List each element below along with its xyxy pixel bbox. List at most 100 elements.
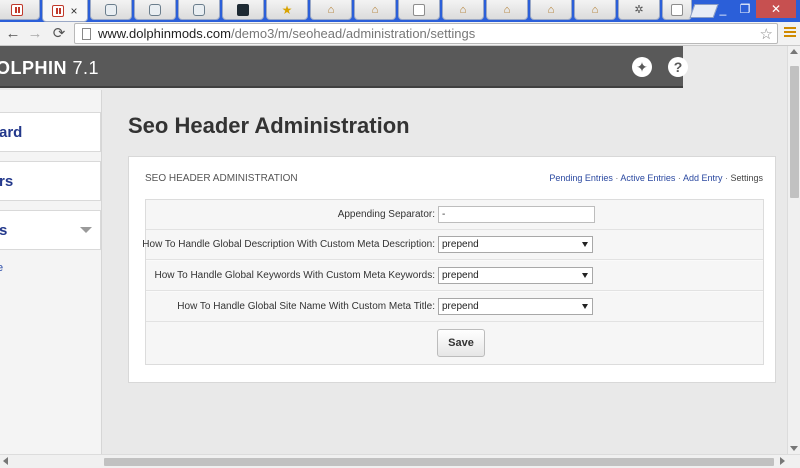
settings-panel: SEO HEADER ADMINISTRATION Pending Entrie… <box>128 156 776 383</box>
site-header: OLPHIN 7.1 ✦ ? <box>0 46 688 88</box>
reload-icon[interactable]: ⟳ <box>50 25 68 43</box>
window-close-icon[interactable]: ✕ <box>756 0 796 18</box>
browser-window: × ★ ⌂ ⌂ ⌂ ⌂ ⌂ ⌂ ✲ _ ❐ ✕ ← → ⟳ www.dolphi… <box>0 0 800 468</box>
browser-tab[interactable]: ⌂ <box>310 0 352 20</box>
scroll-left-icon[interactable] <box>3 457 8 465</box>
browser-tab[interactable]: ⌂ <box>530 0 572 20</box>
pause-icon <box>52 4 65 17</box>
brand-version: 7.1 <box>72 58 100 78</box>
url-path: /demo3/m/seohead/administration/settings <box>230 26 476 41</box>
restore-icon[interactable]: ❐ <box>734 0 756 18</box>
scroll-down-icon[interactable] <box>790 446 798 451</box>
sidebar-item-dashboard[interactable]: ard <box>0 112 101 152</box>
form-row-sitename: How To Handle Global Site Name With Cust… <box>146 292 763 322</box>
star-icon: ★ <box>281 2 293 17</box>
form-actions: Save <box>146 322 763 364</box>
scroll-up-icon[interactable] <box>790 49 798 54</box>
browser-tab[interactable]: ✲ <box>618 0 660 20</box>
forward-arrow-icon[interactable]: → <box>26 25 44 43</box>
browser-tab[interactable]: ⌂ <box>354 0 396 20</box>
vertical-scroll-thumb[interactable] <box>790 66 799 198</box>
browser-tab[interactable]: ⌂ <box>486 0 528 20</box>
dolphin-dark-icon <box>237 3 249 16</box>
house-icon: ⌂ <box>371 3 379 16</box>
browser-tab[interactable]: ⌂ <box>574 0 616 20</box>
sidebar-item-label: ard <box>0 123 23 141</box>
url-text[interactable]: www.dolphinmods.com/demo3/m/seohead/admi… <box>98 26 475 41</box>
page-icon <box>82 27 91 40</box>
browser-menu-icon[interactable] <box>784 27 796 39</box>
dropdown-arrow-icon <box>582 273 588 278</box>
keywords-select[interactable]: prepend <box>438 267 593 284</box>
house-icon: ⌂ <box>547 3 555 16</box>
page-viewport: OLPHIN 7.1 ✦ ? ard rs s e Seo Header Adm… <box>0 46 787 454</box>
form-row-keywords: How To Handle Global Keywords With Custo… <box>146 261 763 291</box>
document-icon <box>413 3 425 16</box>
separator-label: Appending Separator: <box>337 209 435 220</box>
sidebar-sub-link[interactable]: e <box>0 262 3 274</box>
browser-tab[interactable] <box>178 0 220 20</box>
link-separator: · <box>675 173 683 183</box>
horizontal-scrollbar[interactable] <box>0 454 800 468</box>
house-icon: ⌂ <box>459 3 467 16</box>
scroll-right-icon[interactable] <box>780 457 785 465</box>
document-icon <box>671 3 683 16</box>
browser-tab[interactable] <box>0 0 40 20</box>
sidebar-item-label: rs <box>0 172 14 190</box>
description-select[interactable]: prepend <box>438 236 593 253</box>
settings-current-link: Settings <box>730 173 763 183</box>
house-icon: ⌂ <box>503 3 511 16</box>
sidebar-item-label: s <box>0 221 8 239</box>
dolphin-icon <box>105 3 117 16</box>
browser-tab[interactable] <box>662 0 692 20</box>
house-icon: ⌂ <box>327 3 335 16</box>
browser-toolbar: ← → ⟳ www.dolphinmods.com/demo3/m/seohea… <box>0 22 800 46</box>
settings-form: Appending Separator: - How To Handle Glo… <box>142 199 764 365</box>
browser-tab[interactable] <box>134 0 176 20</box>
house-icon: ⌂ <box>591 3 599 16</box>
description-select-value: prepend <box>442 239 479 250</box>
close-tab-icon[interactable]: × <box>70 4 77 18</box>
dolphin-icon <box>149 3 161 16</box>
separator-input[interactable]: - <box>438 206 595 223</box>
browser-tab[interactable] <box>222 0 264 20</box>
gear-icon: ✲ <box>634 3 644 16</box>
browser-tab[interactable]: ★ <box>266 0 308 20</box>
sidebar-item-modules[interactable]: s <box>0 210 101 250</box>
sitename-label: How To Handle Global Site Name With Cust… <box>177 301 435 312</box>
vertical-scrollbar[interactable] <box>787 46 800 454</box>
chevron-down-icon[interactable] <box>80 227 92 233</box>
browser-tab[interactable]: ⌂ <box>442 0 484 20</box>
pending-entries-link[interactable]: Pending Entries <box>549 173 613 183</box>
add-entry-link[interactable]: Add Entry <box>683 173 723 183</box>
sidebar-item-users[interactable]: rs <box>0 161 101 201</box>
horizontal-scroll-thumb[interactable] <box>104 458 774 466</box>
description-label: How To Handle Global Description With Cu… <box>142 239 435 250</box>
dropdown-arrow-icon <box>582 242 588 247</box>
sitename-select-value: prepend <box>442 301 479 312</box>
browser-tab[interactable] <box>398 0 440 20</box>
keywords-select-value: prepend <box>442 270 479 281</box>
back-arrow-icon[interactable]: ← <box>4 25 22 43</box>
window-controls: _ ❐ ✕ <box>712 0 796 18</box>
sitename-select[interactable]: prepend <box>438 298 593 315</box>
panel-nav: Pending Entries · Active Entries · Add E… <box>549 173 763 183</box>
browser-tab[interactable] <box>90 0 132 20</box>
bookmark-star-icon[interactable]: ☆ <box>760 25 773 43</box>
globe-icon[interactable]: ✦ <box>632 57 652 77</box>
browser-tab-active[interactable]: × <box>42 0 88 22</box>
form-row-separator: Appending Separator: - <box>146 200 763 230</box>
site-logo[interactable]: OLPHIN 7.1 <box>0 58 99 79</box>
page-title: Seo Header Administration <box>128 113 410 138</box>
active-entries-link[interactable]: Active Entries <box>620 173 675 183</box>
save-button[interactable]: Save <box>437 329 485 357</box>
help-icon[interactable]: ? <box>668 57 688 77</box>
keywords-label: How To Handle Global Keywords With Custo… <box>154 270 435 281</box>
panel-heading: SEO HEADER ADMINISTRATION <box>145 173 298 184</box>
minimize-icon[interactable]: _ <box>712 0 734 18</box>
dropdown-arrow-icon <box>582 304 588 309</box>
sidebar: ard rs s e <box>0 90 102 454</box>
address-bar[interactable]: www.dolphinmods.com/demo3/m/seohead/admi… <box>74 23 778 44</box>
brand-name: OLPHIN <box>0 58 68 78</box>
tab-strip: × ★ ⌂ ⌂ ⌂ ⌂ ⌂ ⌂ ✲ _ ❐ ✕ <box>0 0 800 22</box>
